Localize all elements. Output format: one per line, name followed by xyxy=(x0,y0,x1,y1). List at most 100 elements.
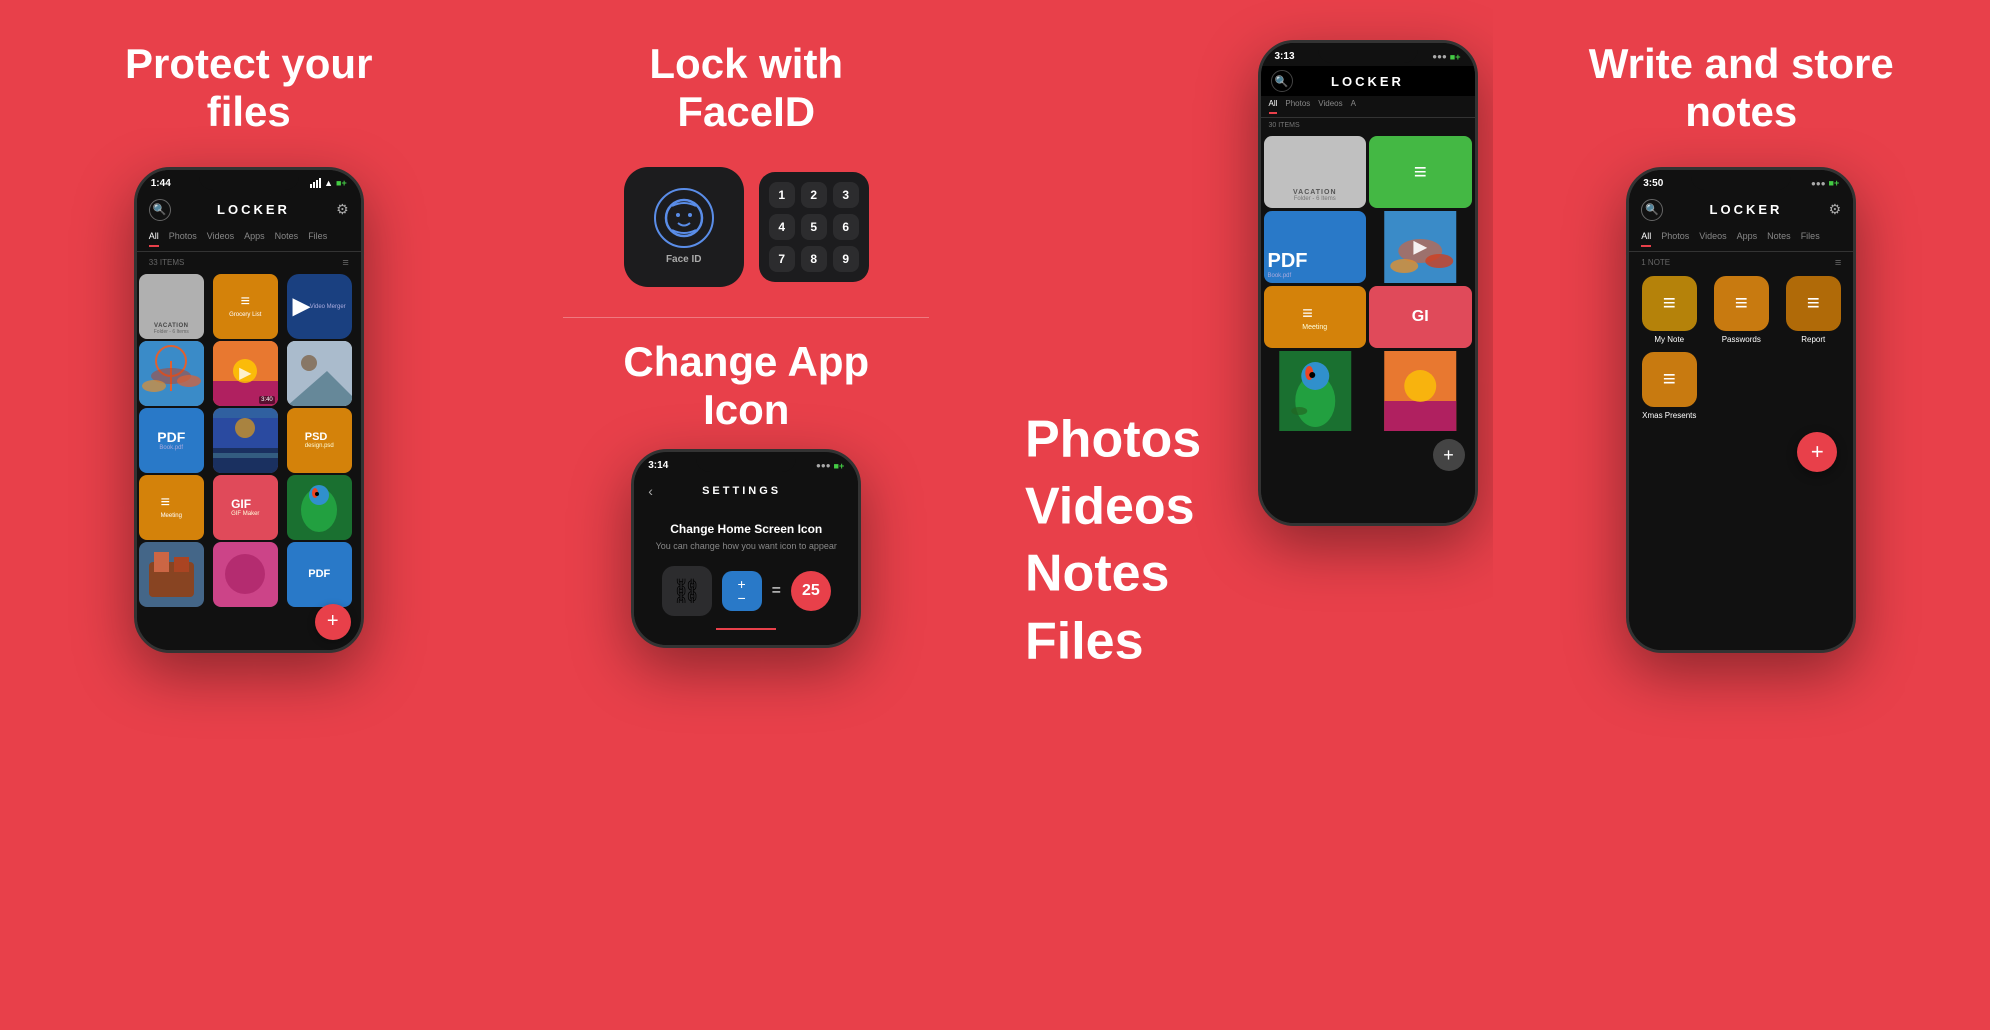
back-icon[interactable]: ‹ xyxy=(648,483,653,499)
filter-icon-1[interactable]: ≡ xyxy=(342,257,348,269)
tab-notes-4[interactable]: Notes xyxy=(1767,231,1791,247)
numpad-3[interactable]: 3 xyxy=(833,182,859,208)
tab-videos-4[interactable]: Videos xyxy=(1699,231,1726,247)
photo-art[interactable] xyxy=(139,542,204,607)
search-icon-1[interactable]: 🔍 xyxy=(149,199,171,221)
panel-notes: Write and storenotes 3:50 ●●● ■+ 🔍 LOCKE… xyxy=(1493,0,1990,1030)
numpad-7[interactable]: 7 xyxy=(769,246,795,272)
note-passwords[interactable]: ≡ Passwords xyxy=(1709,276,1773,344)
folder-vacation-3[interactable]: VACATION Folder - 6 Items xyxy=(1264,136,1367,208)
add-button-1[interactable]: + xyxy=(315,604,351,640)
pdf-small[interactable]: PDF xyxy=(287,542,352,607)
note-xmas[interactable]: ≡ Xmas Presents xyxy=(1637,352,1701,420)
meeting-label: Meeting xyxy=(161,513,182,519)
tab-videos-3[interactable]: Videos xyxy=(1318,99,1342,114)
numpad-5[interactable]: 5 xyxy=(801,214,827,240)
search-icon-3[interactable]: 🔍 xyxy=(1271,70,1293,92)
note-my-note[interactable]: ≡ My Note xyxy=(1637,276,1701,344)
pdf-3[interactable]: PDF Book.pdf xyxy=(1264,211,1367,283)
video-umbrella-3[interactable]: ▶ xyxy=(1369,211,1472,283)
locker-title-1: LOCKER xyxy=(217,202,290,217)
panel-features: Photos Videos Notes Files 3:13 ●●● ■+ 🔍 … xyxy=(995,0,1493,1030)
tab-files-1[interactable]: Files xyxy=(308,231,327,247)
doc-grocery[interactable]: ≡ Grocery List xyxy=(213,274,278,339)
settings-notch xyxy=(696,452,796,472)
settings-status-icons: ●●● ■+ xyxy=(816,461,844,471)
tab-photos-4[interactable]: Photos xyxy=(1661,231,1689,247)
phone-mockup-4: 3:50 ●●● ■+ 🔍 LOCKER ⚙ All Photos Videos… xyxy=(1626,167,1856,653)
phone-mockup-1: 1:44 ▲ ■+ 🔍 LOCKER ⚙ xyxy=(134,167,364,653)
numpad-1[interactable]: 1 xyxy=(769,182,795,208)
doc-psd[interactable]: PSD design.psd xyxy=(287,408,352,473)
photo-generic[interactable] xyxy=(287,341,352,406)
tab-photos-3[interactable]: Photos xyxy=(1285,99,1310,114)
numpad-8[interactable]: 8 xyxy=(801,246,827,272)
photo-parrot-3[interactable] xyxy=(1264,351,1367,431)
chain-icon[interactable]: ⛓ xyxy=(662,566,712,616)
note-label-1: My Note xyxy=(1654,335,1684,344)
icon-selector-row: ⛓ + − = 25 xyxy=(649,566,843,616)
faceid-icon-box: Face ID xyxy=(624,167,744,287)
numpad: 1 2 3 4 5 6 7 8 9 xyxy=(759,172,869,282)
settings-header: ‹ SETTINGS xyxy=(634,475,858,507)
photo-sunset[interactable]: ▶ 3:40 xyxy=(213,341,278,406)
faceid-face-icon xyxy=(654,188,714,248)
tab-apps-4[interactable]: Apps xyxy=(1737,231,1758,247)
notes-grid: ≡ My Note ≡ Passwords ≡ Report xyxy=(1629,272,1853,424)
items-count-4: 1 NOTE ≡ xyxy=(1629,252,1853,272)
locker-title-4: LOCKER xyxy=(1710,202,1783,217)
numpad-6[interactable]: 6 xyxy=(833,214,859,240)
feature-notes: Notes xyxy=(1025,546,1169,603)
app-gif[interactable]: GIF GIF Maker xyxy=(213,475,278,540)
tab-all-3[interactable]: All xyxy=(1269,99,1278,114)
status-icons-3: ●●● ■+ xyxy=(1432,52,1460,62)
folder-vacation[interactable]: VACATION Folder - 6 Items xyxy=(139,274,204,339)
phone-screen-1: 1:44 ▲ ■+ 🔍 LOCKER ⚙ xyxy=(137,170,361,650)
doc-green-3[interactable]: ≡ xyxy=(1369,136,1472,208)
feature-videos: Videos xyxy=(1025,479,1195,536)
items-count-1: 33 ITEMS ≡ xyxy=(137,252,361,272)
app-video-merger[interactable]: ▶ Video Merger xyxy=(287,274,352,339)
note-report[interactable]: ≡ Report xyxy=(1781,276,1845,344)
battery-status: ■+ xyxy=(336,178,347,188)
photo-beach-3[interactable] xyxy=(1369,351,1472,431)
tab-notes-1[interactable]: Notes xyxy=(275,231,299,247)
plus-minus-icon[interactable]: + − xyxy=(722,571,762,611)
video-beach[interactable] xyxy=(213,408,278,473)
numpad-2[interactable]: 2 xyxy=(801,182,827,208)
status-icons-1: ▲ ■+ xyxy=(310,178,347,188)
panel1-title: Protect yourfiles xyxy=(125,40,372,137)
tab-a-3[interactable]: A xyxy=(1351,99,1356,114)
tab-videos-1[interactable]: Videos xyxy=(207,231,234,247)
meeting-lines-icon: ≡ xyxy=(161,495,182,511)
add-button-3[interactable]: + xyxy=(1433,439,1465,471)
tab-apps-1[interactable]: Apps xyxy=(244,231,265,247)
tab-all-1[interactable]: All xyxy=(149,231,159,247)
doc-meeting-3[interactable]: ≡ Meeting xyxy=(1264,286,1367,348)
phone-notch-4 xyxy=(1691,170,1791,190)
faceid-icons-row: Face ID 1 2 3 4 5 6 7 8 9 xyxy=(624,167,869,287)
feature-photos: Photos xyxy=(1025,412,1201,469)
filter-icon-4[interactable]: ≡ xyxy=(1835,257,1841,269)
tabs-3: All Photos Videos A xyxy=(1261,96,1475,118)
gi-block-3[interactable]: GI xyxy=(1369,286,1472,348)
doc-label: Grocery List xyxy=(229,312,261,318)
content-grid-3: VACATION Folder - 6 Items ≡ PDF Book.pdf xyxy=(1261,133,1475,434)
add-button-4[interactable]: + xyxy=(1797,432,1837,472)
photo-parrot[interactable] xyxy=(287,475,352,540)
tab-files-4[interactable]: Files xyxy=(1801,231,1820,247)
tabs-1: All Photos Videos Apps Notes Files xyxy=(137,227,361,252)
photo-extra[interactable] xyxy=(213,542,278,607)
tab-all-4[interactable]: All xyxy=(1641,231,1651,247)
numpad-4[interactable]: 4 xyxy=(769,214,795,240)
locker-header-3: 🔍 LOCKER xyxy=(1261,66,1475,96)
gear-icon-4[interactable]: ⚙ xyxy=(1829,201,1842,218)
doc-pdf[interactable]: PDF Book.pdf xyxy=(139,408,204,473)
gear-icon-1[interactable]: ⚙ xyxy=(336,201,349,218)
doc-meeting[interactable]: ≡ Meeting xyxy=(139,475,204,540)
locker-header-1: 🔍 LOCKER ⚙ xyxy=(137,193,361,227)
numpad-9[interactable]: 9 xyxy=(833,246,859,272)
tab-photos-1[interactable]: Photos xyxy=(169,231,197,247)
photo-umbrella[interactable] xyxy=(139,341,204,406)
search-icon-4[interactable]: 🔍 xyxy=(1641,199,1663,221)
